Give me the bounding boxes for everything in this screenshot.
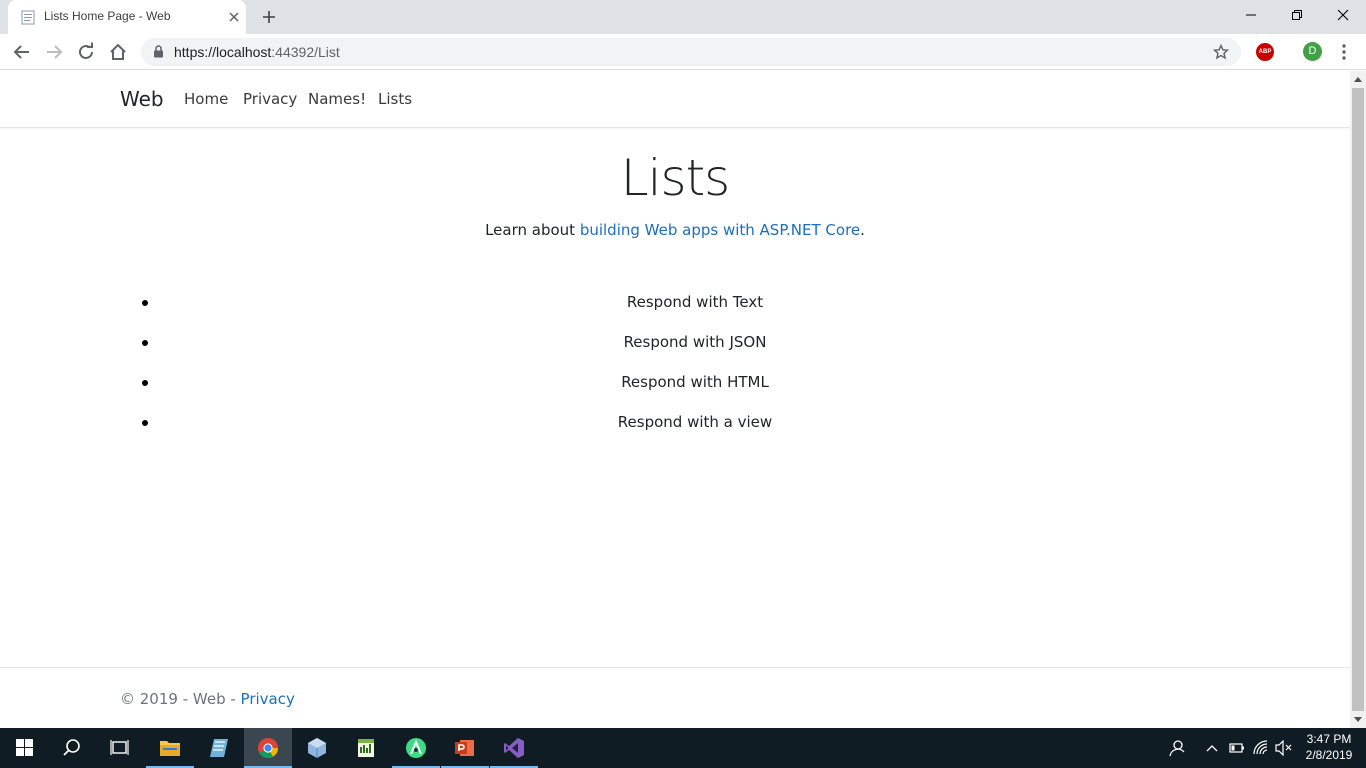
taskbar-notepad[interactable] [195, 728, 243, 768]
volume-muted-icon[interactable] [1275, 740, 1293, 756]
close-window-button[interactable] [1320, 0, 1366, 32]
taskbar-spreadsheet-app[interactable] [342, 728, 390, 768]
powerpoint-icon [455, 740, 474, 756]
browser-menu-icon[interactable] [1337, 43, 1351, 61]
taskbar-clock[interactable]: 3:47 PM 2/8/2019 [1296, 731, 1362, 763]
reload-icon[interactable] [75, 41, 97, 63]
bullet [142, 340, 148, 346]
minimize-icon [1246, 14, 1256, 16]
tab-title: Lists Home Page - Web [44, 9, 171, 23]
page-viewport: Web Home Privacy Names! Lists Lists Lear… [0, 71, 1350, 728]
show-hidden-icons-icon[interactable] [1205, 741, 1219, 755]
forward-icon[interactable] [43, 41, 65, 63]
list-item-text: Respond with JSON [623, 333, 767, 351]
site-navbar: Web Home Privacy Names! Lists [0, 71, 1350, 128]
restore-button[interactable] [1274, 0, 1320, 32]
nav-home[interactable]: Home [184, 90, 228, 108]
bullet [142, 300, 148, 306]
aspnet-docs-link[interactable]: building Web apps with ASP.NET Core [580, 221, 860, 239]
battery-icon[interactable] [1229, 741, 1245, 755]
bullet [142, 420, 148, 426]
home-icon[interactable] [107, 41, 129, 63]
close-icon [1337, 9, 1349, 21]
page-scrollbar[interactable] [1350, 71, 1366, 728]
clock-date: 2/8/2019 [1305, 748, 1353, 762]
footer-copyright: © 2019 - Web - Privacy [120, 690, 295, 708]
restore-icon [1292, 10, 1302, 20]
browser-tabstrip: Lists Home Page - Web [0, 0, 1366, 34]
list-item-text: Respond with Text [626, 293, 764, 311]
bookmark-star-icon[interactable] [1213, 44, 1229, 60]
nav-names[interactable]: Names! [308, 90, 366, 108]
list-item-text: Respond with a view [617, 413, 773, 431]
file-explorer-icon [160, 741, 180, 756]
taskbar-visual-studio[interactable] [490, 728, 538, 768]
scroll-thumb[interactable] [1352, 88, 1364, 711]
bullet [142, 380, 148, 386]
browser-toolbar: https://localhost:44392/List ABP D [0, 34, 1366, 70]
chrome-icon [258, 738, 279, 759]
list-item: Respond with JSON [0, 331, 1350, 355]
list-item: Respond with Text [0, 291, 1350, 315]
search-icon [63, 739, 80, 756]
new-tab-icon[interactable] [259, 7, 279, 27]
list-item-text: Respond with HTML [621, 373, 769, 391]
wifi-icon[interactable] [1253, 740, 1269, 756]
scroll-down-arrow-icon[interactable] [1354, 717, 1362, 722]
browser-tab[interactable]: Lists Home Page - Web [8, 0, 246, 34]
adblock-plus-icon[interactable]: ABP [1256, 43, 1274, 61]
spreadsheet-icon [358, 739, 374, 757]
scroll-up-arrow-icon[interactable] [1354, 77, 1362, 82]
page-icon [21, 10, 35, 25]
taskbar-search[interactable] [48, 728, 96, 768]
taskbar-file-explorer[interactable] [146, 728, 194, 768]
list-item: Respond with HTML [0, 371, 1350, 395]
notepad-icon [210, 739, 228, 757]
page-title: Lists [620, 149, 730, 207]
people-icon[interactable] [1168, 739, 1186, 757]
site-brand[interactable]: Web [120, 87, 164, 111]
task-view-button[interactable] [96, 728, 144, 768]
taskbar-virtualbox[interactable] [293, 728, 341, 768]
windows-taskbar: 3:47 PM 2/8/2019 [0, 728, 1366, 768]
nav-lists[interactable]: Lists [378, 90, 412, 108]
list-item: Respond with a view [0, 411, 1350, 435]
back-icon[interactable] [11, 41, 33, 63]
url-text[interactable]: https://localhost:44392/List [174, 44, 340, 60]
windows-logo-icon [16, 739, 33, 756]
visual-studio-icon [504, 738, 524, 758]
android-studio-icon [406, 738, 426, 758]
minimize-button[interactable] [1228, 0, 1274, 32]
virtualbox-icon [308, 738, 326, 758]
taskbar-chrome[interactable] [244, 728, 292, 768]
taskbar-powerpoint[interactable] [441, 728, 489, 768]
address-bar[interactable]: https://localhost:44392/List [141, 38, 1241, 66]
taskbar-android-studio[interactable] [392, 728, 440, 768]
start-button[interactable] [0, 728, 48, 768]
task-view-icon [110, 740, 129, 755]
close-tab-icon[interactable] [226, 9, 242, 25]
lock-icon[interactable] [153, 45, 164, 58]
page-subtitle: Learn about building Web apps with ASP.N… [485, 221, 865, 239]
site-footer: © 2019 - Web - Privacy [0, 667, 1350, 728]
profile-avatar[interactable]: D [1303, 42, 1322, 61]
clock-time: 3:47 PM [1306, 732, 1352, 746]
footer-privacy-link[interactable]: Privacy [241, 690, 295, 708]
nav-privacy[interactable]: Privacy [243, 90, 297, 108]
